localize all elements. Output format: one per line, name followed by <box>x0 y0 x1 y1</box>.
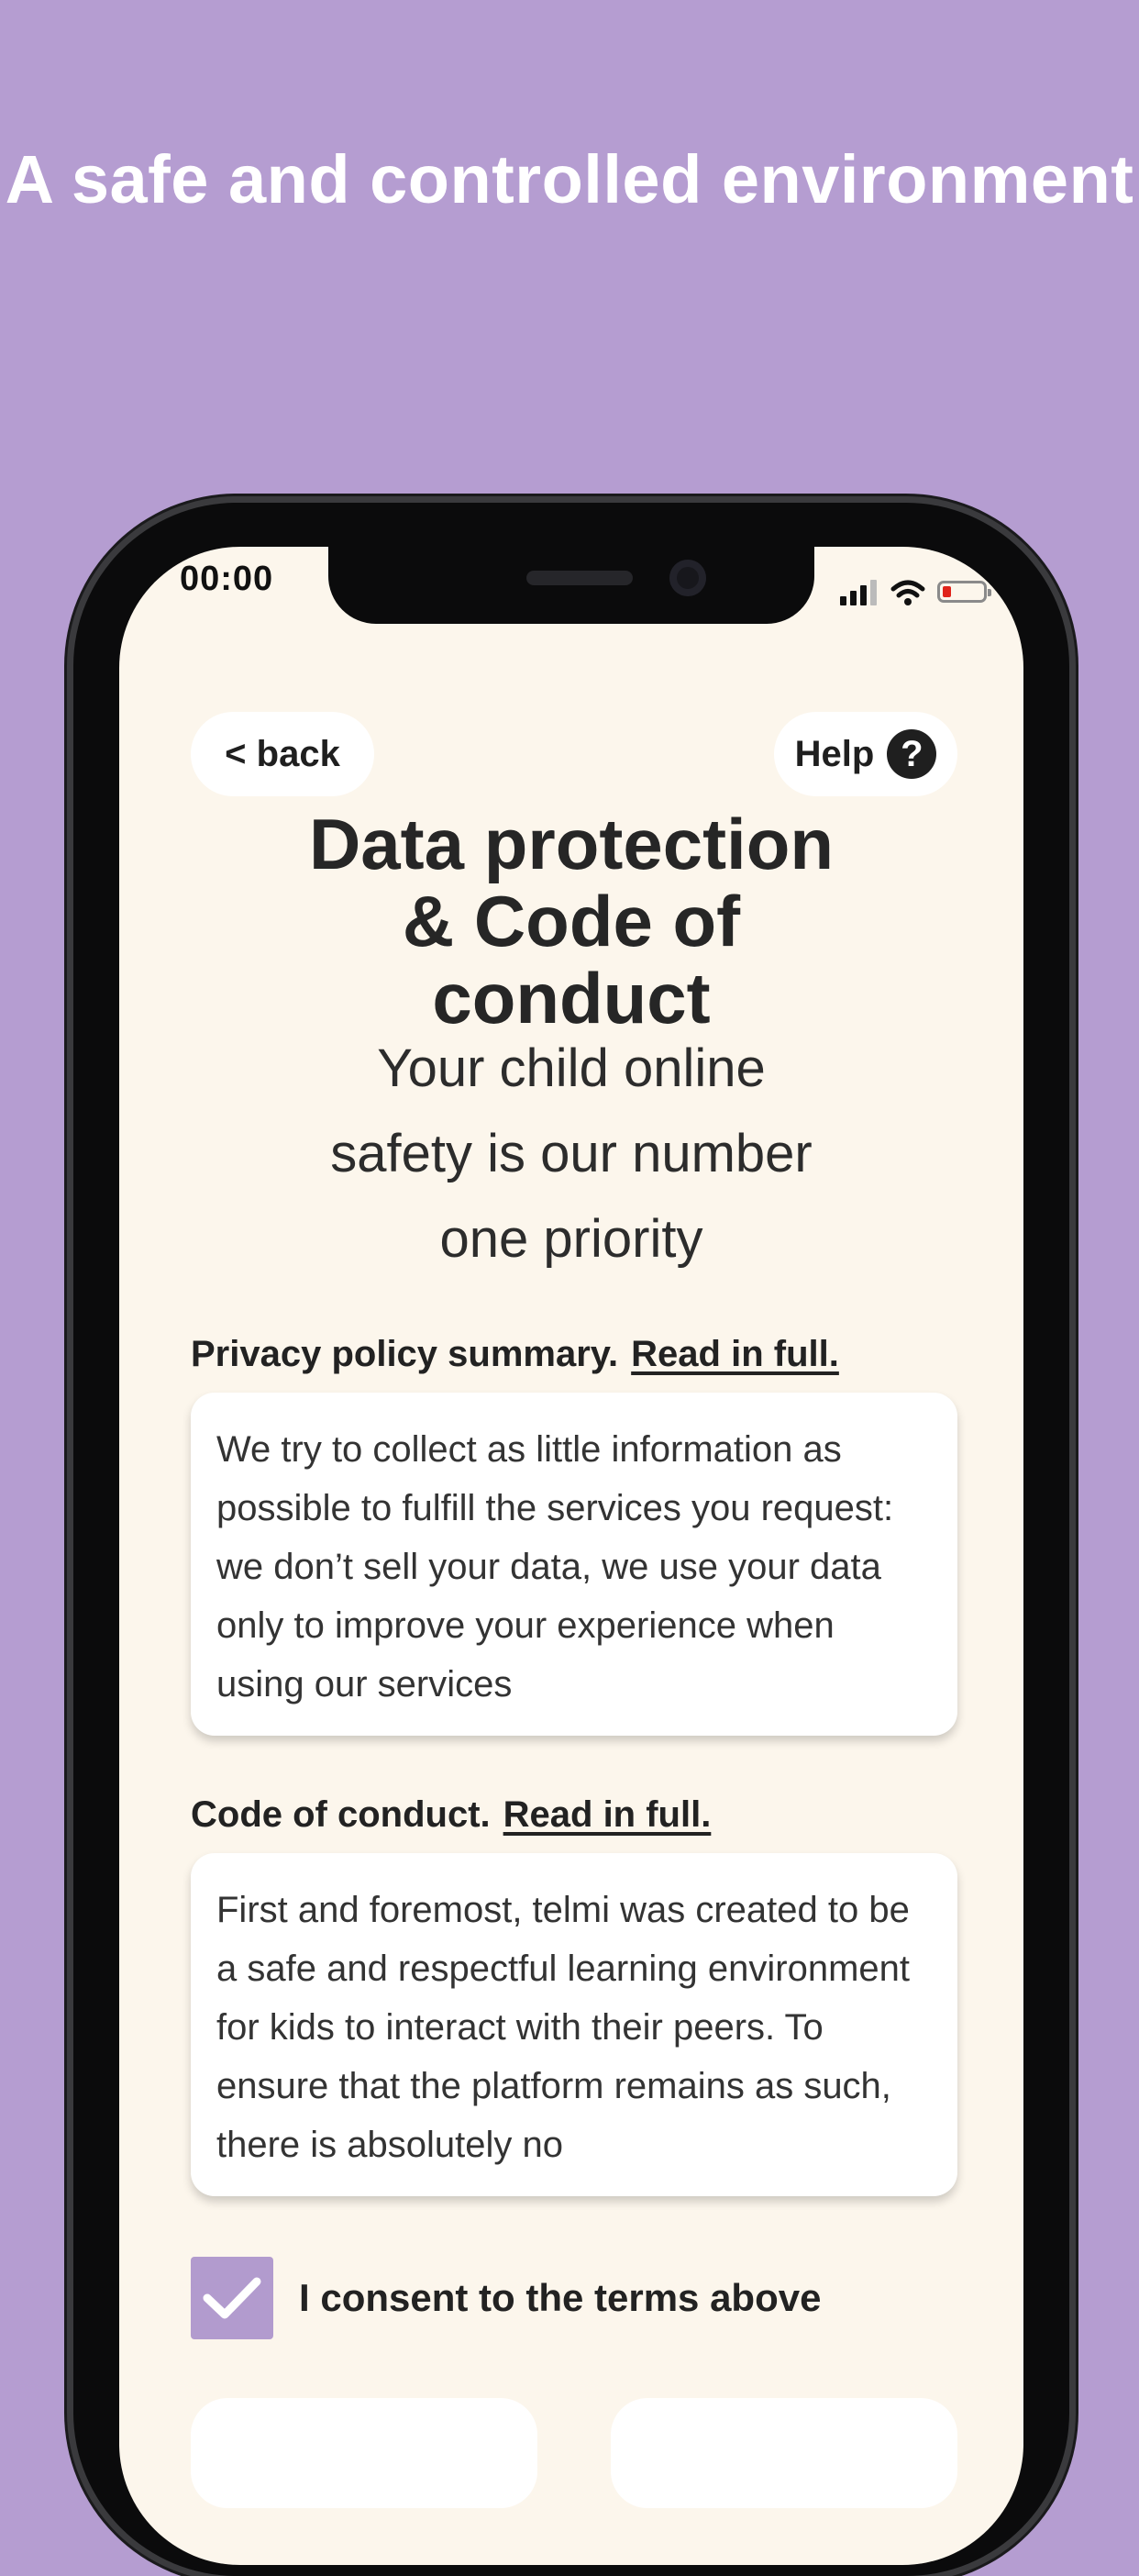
back-button[interactable]: < back <box>191 712 374 796</box>
volume-up-button <box>64 994 73 1132</box>
status-time: 00:00 <box>180 560 274 598</box>
battery-icon <box>937 581 991 603</box>
consent-row[interactable]: I consent to the terms above <box>191 2257 821 2339</box>
power-button <box>1069 1046 1078 1275</box>
volume-down-button <box>64 1189 73 1327</box>
silent-switch <box>64 831 73 916</box>
signal-icon <box>840 580 877 605</box>
app-screen: 00:00 < back Help ? Data protection & Co… <box>119 547 1023 2565</box>
conduct-section-header: Code of conduct. Read in full. <box>191 1794 711 1836</box>
notch <box>328 547 814 624</box>
back-button-label: < back <box>225 733 340 774</box>
promo-title: A safe and controlled environment <box>5 141 1134 217</box>
bottom-left-button[interactable] <box>191 2398 537 2508</box>
front-camera <box>669 560 706 596</box>
privacy-read-full-link[interactable]: Read in full. <box>631 1334 839 1375</box>
status-icons <box>838 578 991 605</box>
phone-frame: 00:00 < back Help ? Data protection & Co… <box>73 503 1069 2576</box>
help-button[interactable]: Help ? <box>774 712 957 796</box>
checkmark-icon <box>203 2277 261 2319</box>
consent-checkbox[interactable] <box>191 2257 273 2339</box>
wifi-icon <box>890 580 925 605</box>
bottom-right-button[interactable] <box>611 2398 957 2508</box>
privacy-section-header: Privacy policy summary. Read in full. <box>191 1334 839 1375</box>
conduct-section-label: Code of conduct. <box>191 1794 491 1835</box>
page-subtitle: Your child online safety is our number o… <box>330 1038 813 1269</box>
page-title: Data protection & Code of conduct <box>308 804 835 1038</box>
speaker-grille <box>526 571 633 585</box>
consent-label: I consent to the terms above <box>299 2276 822 2319</box>
privacy-section-label: Privacy policy summary. <box>191 1334 619 1374</box>
privacy-summary-box[interactable]: We try to collect as little information … <box>191 1393 957 1736</box>
help-icon: ? <box>887 729 937 779</box>
help-button-label: Help <box>794 733 875 774</box>
conduct-summary-box[interactable]: First and foremost, telmi was created to… <box>191 1853 957 2196</box>
conduct-read-full-link[interactable]: Read in full. <box>503 1794 712 1836</box>
